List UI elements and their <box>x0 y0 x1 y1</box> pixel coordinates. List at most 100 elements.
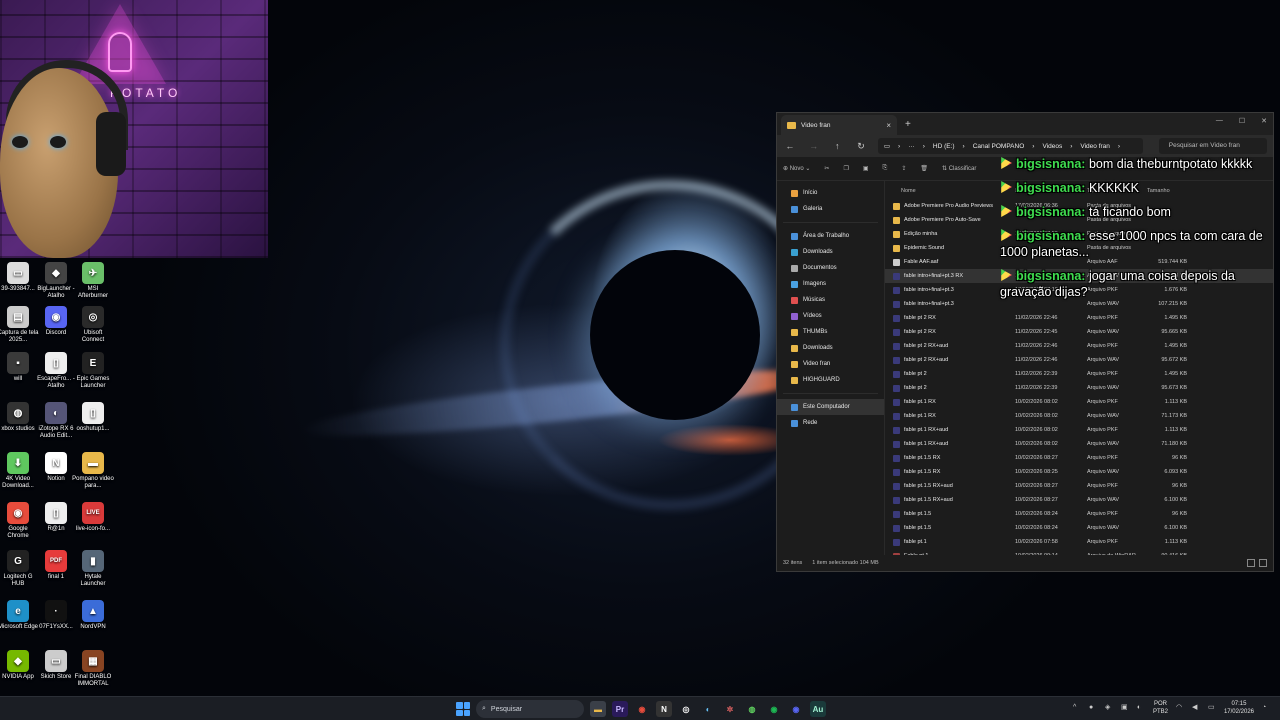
table-row[interactable]: fable pt.1.5 RX 10/02/2026 08:27 Arquivo P… <box>885 451 1273 465</box>
tray-app-icon[interactable]: ● <box>1089 704 1097 712</box>
new-button[interactable]: ⊕ Novo ⌄ <box>783 165 810 172</box>
desktop-icon[interactable]: ▪ will <box>0 352 39 383</box>
table-row[interactable]: fable pt 2 RX+aud 11/02/2026 22:46 Arquivo… <box>885 339 1273 353</box>
taskbar-app-xbox-icon[interactable]: ◍ <box>744 701 760 717</box>
column-header-name[interactable]: Nome <box>885 188 1015 194</box>
delete-icon[interactable]: 🗑 <box>920 165 928 172</box>
desktop-icon[interactable]: ◍ xbox studios <box>0 402 39 433</box>
notification-bell-icon[interactable]: ◔ <box>1262 704 1270 712</box>
desktop-icon[interactable]: N Notion <box>35 452 77 483</box>
copy-icon[interactable]: ❐ <box>843 165 848 172</box>
breadcrumb-item[interactable]: Videos <box>1042 143 1062 150</box>
desktop-icon[interactable]: ◆ BigLauncher - Atalho <box>35 262 77 300</box>
sidebar-item[interactable]: Video fran <box>777 356 884 372</box>
taskbar-app-davinci-icon[interactable]: ✲ <box>722 701 738 717</box>
desktop-icon[interactable]: e Microsoft Edge <box>0 600 39 631</box>
sidebar-item[interactable]: Imagens <box>777 276 884 292</box>
table-row[interactable]: fable pt 2 RX+aud 11/02/2026 22:46 Arquivo… <box>885 353 1273 367</box>
details-view-icon[interactable] <box>1247 559 1255 567</box>
tray-app-icon[interactable]: ◐ <box>1137 704 1145 712</box>
table-row[interactable]: fable pt.1 RX+aud 10/02/2026 08:02 Arquivo… <box>885 423 1273 437</box>
table-row[interactable]: fable pt.1 RX+aud 10/02/2026 08:02 Arquivo… <box>885 437 1273 451</box>
taskbar-app-notion-icon[interactable]: N <box>656 701 672 717</box>
table-row[interactable]: fable pt.1 RX 10/02/2026 08:02 Arquivo WAV… <box>885 409 1273 423</box>
back-arrow-icon[interactable]: ← <box>783 141 797 151</box>
taskbar-app-steam-icon[interactable]: ◐ <box>700 701 716 717</box>
table-row[interactable]: fable pt 2 11/02/2026 22:39 Arquivo WAV 95.… <box>885 381 1273 395</box>
forward-arrow-icon[interactable]: → <box>807 141 821 151</box>
close-tab-icon[interactable]: × <box>886 121 891 130</box>
explorer-tab[interactable]: Video fran × <box>781 115 897 135</box>
chevron-up-icon[interactable]: ^ <box>1073 704 1081 712</box>
minimize-icon[interactable]: — <box>1216 117 1223 125</box>
sidebar-item[interactable]: Documentos <box>777 260 884 276</box>
desktop-icon[interactable]: G Logitech G HUB <box>0 550 39 588</box>
breadcrumb-item[interactable]: Canal POMPANO <box>973 143 1025 150</box>
taskbar-app-audition-icon[interactable]: Au <box>810 701 826 717</box>
breadcrumb-item[interactable]: HD (E:) <box>933 143 955 150</box>
breadcrumb-item[interactable]: Video fran <box>1080 143 1110 150</box>
desktop-icon[interactable]: E Epic Games Launcher <box>72 352 114 390</box>
table-row[interactable]: fable pt.1.5 10/02/2026 08:24 Arquivo WAV 6… <box>885 521 1273 535</box>
table-row[interactable]: fable pt.1.5 RX+aud 10/02/2026 08:27 Arqui… <box>885 493 1273 507</box>
rename-icon[interactable]: ⎘ <box>883 165 888 172</box>
network-icon[interactable]: ◠ <box>1176 704 1184 712</box>
sidebar-item[interactable]: Downloads <box>777 340 884 356</box>
refresh-icon[interactable]: ↻ <box>854 141 868 152</box>
desktop-icon[interactable]: ◉ Discord <box>35 306 77 337</box>
sidebar-item[interactable]: Músicas <box>777 292 884 308</box>
tiles-view-icon[interactable] <box>1259 559 1267 567</box>
sidebar-item[interactable]: Downloads <box>777 244 884 260</box>
desktop-icon[interactable]: ▭ 39-393847... <box>0 262 39 293</box>
taskbar-app-chrome-icon[interactable]: ◉ <box>634 701 650 717</box>
taskbar-app-premiere-pro-icon[interactable]: Pr <box>612 701 628 717</box>
desktop-icon[interactable]: ▯ EscapeFro... - Atalho <box>35 352 77 390</box>
taskbar-app-file-explorer-icon[interactable]: ▬ <box>590 701 606 717</box>
language-indicator[interactable]: POR PTB2 <box>1153 700 1168 716</box>
sidebar-item[interactable]: THUMBs <box>777 324 884 340</box>
sidebar-item[interactable]: Este Computador <box>777 399 884 415</box>
taskbar-app-spotify-icon[interactable]: ◉ <box>766 701 782 717</box>
desktop-icon[interactable]: ◎ Ubisoft Connect <box>72 306 114 344</box>
desktop-icon[interactable]: ▮ Hytale Launcher <box>72 550 114 588</box>
sidebar-item[interactable]: Início <box>777 185 884 201</box>
table-row[interactable]: fable pt 2 RX 11/02/2026 22:45 Arquivo WAV… <box>885 325 1273 339</box>
desktop-icon[interactable]: LIVE live-icon-fo... <box>72 502 114 533</box>
desktop-icon[interactable]: PDF final 1 <box>35 550 77 581</box>
sidebar-item[interactable]: Rede <box>777 415 884 431</box>
taskbar-search[interactable]: ⌕ Pesquisar <box>476 700 584 718</box>
maximize-icon[interactable]: ☐ <box>1239 117 1245 125</box>
desktop-icon[interactable]: ▲ NordVPN <box>72 600 114 631</box>
desktop-icon[interactable]: ⬇ 4K Video Download... <box>0 452 39 490</box>
sidebar-item[interactable]: Galeria <box>777 201 884 217</box>
table-row[interactable]: fable pt.1 RX 10/02/2026 08:02 Arquivo PKF… <box>885 395 1273 409</box>
desktop-icon[interactable]: ◆ NVIDIA App <box>0 650 39 681</box>
search-input[interactable]: Pesquisar em Video fran <box>1158 138 1267 154</box>
table-row[interactable]: fable pt.1.5 RX 10/02/2026 08:25 Arquivo W… <box>885 465 1273 479</box>
cut-icon[interactable]: ✂ <box>824 165 829 172</box>
table-row[interactable]: fable pt.1 10/02/2026 07:58 Arquivo PKF 1.1… <box>885 535 1273 549</box>
desktop-icon[interactable]: ▤ Captura de tela 2025... <box>0 306 39 344</box>
desktop-icon[interactable]: ◉ Google Chrome <box>0 502 39 540</box>
desktop-icon[interactable]: ◐ iZotope RX 6 Audio Edit... <box>35 402 77 440</box>
table-row[interactable]: fable pt.1.5 10/02/2026 08:24 Arquivo PKF 9… <box>885 507 1273 521</box>
desktop-icon[interactable]: · 07F1YsXX... <box>35 600 77 631</box>
desktop-icon[interactable]: ▦ Final DIABLO IMMORTAL <box>72 650 114 688</box>
sidebar-item[interactable]: HIGHGUARD <box>777 372 884 388</box>
desktop-icon[interactable]: ▯ ooshutup1... <box>72 402 114 433</box>
close-icon[interactable]: ✕ <box>1261 117 1267 125</box>
taskbar-app-obs-icon[interactable]: ◎ <box>678 701 694 717</box>
table-row[interactable]: fable pt.1.5 RX+aud 10/02/2026 08:27 Arqui… <box>885 479 1273 493</box>
tray-app-icon[interactable]: ▣ <box>1121 704 1129 712</box>
clock[interactable]: 07:15 17/02/2026 <box>1224 700 1254 716</box>
taskbar-app-discord-icon[interactable]: ◉ <box>788 701 804 717</box>
tray-app-icon[interactable]: ◈ <box>1105 704 1113 712</box>
sidebar-item[interactable]: Vídeos <box>777 308 884 324</box>
desktop-icon[interactable]: ▭ Skich Store <box>35 650 77 681</box>
desktop-icon[interactable]: ✈ MSI Afterburner <box>72 262 114 300</box>
volume-icon[interactable]: ◀ <box>1192 704 1200 712</box>
share-icon[interactable]: ⇪ <box>901 165 906 172</box>
table-row[interactable]: fable pt 2 11/02/2026 22:39 Arquivo PKF 1.4… <box>885 367 1273 381</box>
sidebar-item[interactable]: Área de Trabalho <box>777 228 884 244</box>
new-tab-button[interactable]: + <box>905 119 911 130</box>
